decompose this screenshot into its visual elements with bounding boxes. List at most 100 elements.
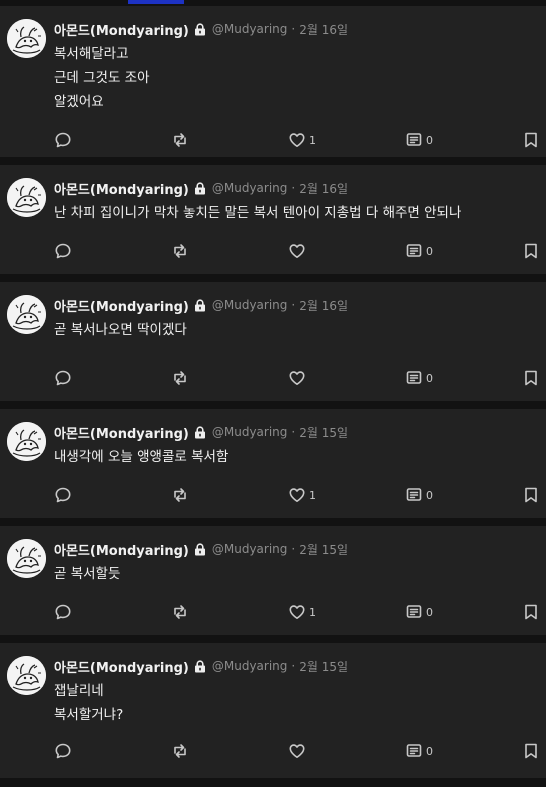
post-text-line: 내생각에 오늘 앵앵콜로 복서함 xyxy=(54,449,229,465)
avatar[interactable] xyxy=(7,539,46,578)
author-handle[interactable]: @Mudyaring xyxy=(212,298,288,312)
quote-button[interactable]: 0 xyxy=(405,130,433,150)
reply-button[interactable] xyxy=(54,130,72,150)
reply-button[interactable] xyxy=(54,485,72,505)
post-header: 아몬드(Mondyaring) @Mudyaring · 2월 16일 xyxy=(54,19,348,39)
repost-button[interactable] xyxy=(171,241,189,261)
repost-button[interactable] xyxy=(171,368,189,388)
separator: · xyxy=(291,542,296,556)
author-name[interactable]: 아몬드(Mondyaring) xyxy=(54,179,189,198)
post-date[interactable]: 2월 16일 xyxy=(299,180,348,197)
post-text-line: 난 차피 집이니가 막차 놓치든 말든 복서 텐아이 지총법 다 해주면 안되나 xyxy=(54,205,462,221)
author-name[interactable]: 아몬드(Mondyaring) xyxy=(54,540,189,559)
lock-icon xyxy=(194,542,206,556)
post-header: 아몬드(Mondyaring) @Mudyaring · 2월 15일 xyxy=(54,422,348,442)
reply-button[interactable] xyxy=(54,602,72,622)
quote-button[interactable]: 0 xyxy=(405,241,433,261)
post-date[interactable]: 2월 16일 xyxy=(299,297,348,314)
quote-button[interactable]: 0 xyxy=(405,741,433,761)
bookmark-button[interactable] xyxy=(523,485,539,505)
author-name[interactable]: 아몬드(Mondyaring) xyxy=(54,423,189,442)
author-handle[interactable]: @Mudyaring xyxy=(212,181,288,195)
quote-count: 0 xyxy=(426,371,433,385)
post-card[interactable]: 아몬드(Mondyaring) @Mudyaring · 2월 16일 난 차피… xyxy=(0,165,546,274)
repost-icon xyxy=(171,603,189,621)
reply-button[interactable] xyxy=(54,368,72,388)
post-actions: 0 xyxy=(0,741,546,761)
post-card[interactable]: 아몬드(Mondyaring) @Mudyaring · 2월 15일 잽날리네… xyxy=(0,643,546,778)
like-count: 1 xyxy=(309,605,316,619)
heart-icon xyxy=(288,603,306,621)
avatar[interactable] xyxy=(7,656,46,695)
like-button[interactable]: 1 xyxy=(288,130,316,150)
bookmark-button[interactable] xyxy=(523,741,539,761)
quote-icon xyxy=(405,486,423,504)
quote-button[interactable]: 0 xyxy=(405,485,433,505)
bookmark-button[interactable] xyxy=(523,241,539,261)
quote-icon xyxy=(405,742,423,760)
author-name[interactable]: 아몬드(Mondyaring) xyxy=(54,20,189,39)
repost-button[interactable] xyxy=(171,130,189,150)
reply-icon xyxy=(54,486,72,504)
author-name[interactable]: 아몬드(Mondyaring) xyxy=(54,657,189,676)
lock-icon xyxy=(194,181,206,195)
reply-button[interactable] xyxy=(54,741,72,761)
post-text-line: 근데 그것도 조아 xyxy=(54,70,150,86)
post-text-line: 곧 복서할듯 xyxy=(54,566,121,582)
heart-icon xyxy=(288,242,306,260)
like-button[interactable]: 1 xyxy=(288,485,316,505)
post-text: 복서해달라고 근데 그것도 조아 알겠어요 xyxy=(54,42,538,114)
active-tab-indicator xyxy=(128,0,184,4)
bookmark-icon xyxy=(523,742,539,760)
post-header: 아몬드(Mondyaring) @Mudyaring · 2월 15일 xyxy=(54,539,348,559)
author-name[interactable]: 아몬드(Mondyaring) xyxy=(54,296,189,315)
author-handle[interactable]: @Mudyaring xyxy=(212,425,288,439)
avatar[interactable] xyxy=(7,178,46,217)
post-header: 아몬드(Mondyaring) @Mudyaring · 2월 15일 xyxy=(54,656,348,676)
avatar[interactable] xyxy=(7,295,46,334)
post-text-line: 잽날리네 xyxy=(54,683,104,699)
bookmark-button[interactable] xyxy=(523,368,539,388)
post-text: 내생각에 오늘 앵앵콜로 복서함 xyxy=(54,445,538,469)
quote-button[interactable]: 0 xyxy=(405,368,433,388)
post-actions: 0 xyxy=(0,241,546,261)
author-handle[interactable]: @Mudyaring xyxy=(212,659,288,673)
reply-icon xyxy=(54,131,72,149)
reply-icon xyxy=(54,603,72,621)
repost-button[interactable] xyxy=(171,602,189,622)
like-button[interactable] xyxy=(288,241,309,261)
bookmark-button[interactable] xyxy=(523,602,539,622)
reply-icon xyxy=(54,242,72,260)
avatar[interactable] xyxy=(7,19,46,58)
avatar[interactable] xyxy=(7,422,46,461)
bookmark-icon xyxy=(523,603,539,621)
post-card[interactable]: 아몬드(Mondyaring) @Mudyaring · 2월 15일 내생각에… xyxy=(0,409,546,518)
separator: · xyxy=(291,181,296,195)
post-card[interactable]: 아몬드(Mondyaring) @Mudyaring · 2월 15일 곧 복서… xyxy=(0,526,546,635)
post-actions: 1 0 xyxy=(0,130,546,150)
post-date[interactable]: 2월 15일 xyxy=(299,424,348,441)
reply-button[interactable] xyxy=(54,241,72,261)
reply-icon xyxy=(54,369,72,387)
heart-icon xyxy=(288,369,306,387)
like-button[interactable] xyxy=(288,368,309,388)
post-date[interactable]: 2월 16일 xyxy=(299,21,348,38)
bookmark-icon xyxy=(523,131,539,149)
quote-button[interactable]: 0 xyxy=(405,602,433,622)
repost-button[interactable] xyxy=(171,485,189,505)
bookmark-button[interactable] xyxy=(523,130,539,150)
post-date[interactable]: 2월 15일 xyxy=(299,541,348,558)
author-handle[interactable]: @Mudyaring xyxy=(212,22,288,36)
post-text-line: 알겠어요 xyxy=(54,94,104,110)
post-card[interactable]: 아몬드(Mondyaring) @Mudyaring · 2월 16일 곧 복서… xyxy=(0,282,546,401)
post-card[interactable]: 아몬드(Mondyaring) @Mudyaring · 2월 16일 복서해달… xyxy=(0,6,546,157)
post-text: 난 차피 집이니가 막차 놓치든 말든 복서 텐아이 지총법 다 해주면 안되나 xyxy=(54,201,538,225)
repost-button[interactable] xyxy=(171,741,189,761)
author-handle[interactable]: @Mudyaring xyxy=(212,542,288,556)
repost-icon xyxy=(171,486,189,504)
quote-icon xyxy=(405,369,423,387)
like-button[interactable]: 1 xyxy=(288,602,316,622)
post-date[interactable]: 2월 15일 xyxy=(299,658,348,675)
post-header: 아몬드(Mondyaring) @Mudyaring · 2월 16일 xyxy=(54,178,348,198)
like-button[interactable] xyxy=(288,741,309,761)
